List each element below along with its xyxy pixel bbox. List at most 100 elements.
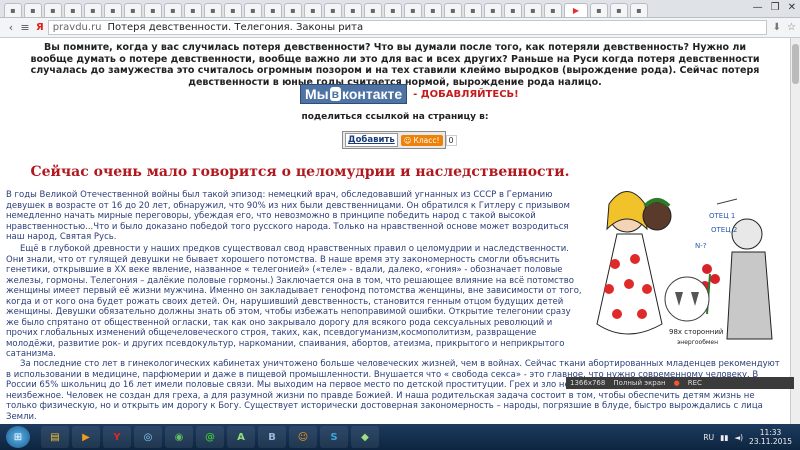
telegony-illustration: ОТЕЦ 1 ОТЕЦ 2 N-? 98х сторонний энергооб… bbox=[596, 191, 773, 346]
maximize-icon[interactable]: ❐ bbox=[771, 2, 780, 13]
browser-tab[interactable]: ▪ bbox=[524, 3, 542, 17]
download-icon[interactable]: ⬇ bbox=[773, 22, 781, 33]
url-field[interactable]: pravdu.ru Потеря девственности. Телегони… bbox=[47, 20, 767, 35]
recorder-resolution[interactable]: 1366x768 bbox=[570, 379, 605, 387]
page-title: Потеря девственности. Телегония. Законы … bbox=[107, 22, 364, 33]
app-a-icon[interactable]: A bbox=[227, 426, 255, 448]
browser-tab[interactable]: ▪ bbox=[144, 3, 162, 17]
share-widget: Добавить ☺ Класс! 0 bbox=[342, 131, 457, 149]
browser-tab[interactable]: ▪ bbox=[264, 3, 282, 17]
browser-tab[interactable]: ▪ bbox=[630, 3, 648, 17]
browser-tab[interactable]: ▪ bbox=[464, 3, 482, 17]
browser-tab[interactable]: ▪ bbox=[104, 3, 122, 17]
mail-agent-icon[interactable]: @ bbox=[196, 426, 224, 448]
close-icon[interactable]: ✕ bbox=[788, 2, 796, 13]
recorder-rec-label[interactable]: REC bbox=[688, 379, 702, 387]
menu-icon[interactable]: ≡ bbox=[18, 21, 32, 34]
caption-line-1: 98х сторонний bbox=[669, 328, 723, 336]
taskbar: ⊞ ▤ ▶ Y ◎ ◉ @ A B ☺ S ◆ RU ▮▮ ◄) 11:33 2… bbox=[0, 424, 800, 450]
browser-tab[interactable]: ▪ bbox=[124, 3, 142, 17]
url-host: pravdu.ru bbox=[52, 22, 102, 33]
screen-recorder-bar: 1366x768 Полный экран ● REC bbox=[566, 377, 794, 389]
ok-class-button[interactable]: ☺ Класс! bbox=[400, 134, 443, 146]
back-icon[interactable]: ‹ bbox=[4, 21, 18, 34]
share-label: поделиться ссылкой на страницу в: bbox=[301, 112, 489, 122]
browser-tab[interactable]: ▪ bbox=[204, 3, 222, 17]
browser-tab[interactable]: ▪ bbox=[364, 3, 382, 17]
intro-text: Вы помните, когда у вас случилась потеря… bbox=[30, 42, 760, 88]
browser-tab[interactable]: ▪ bbox=[484, 3, 502, 17]
browser-tab[interactable]: ▪ bbox=[384, 3, 402, 17]
browser-tab[interactable]: ▪ bbox=[424, 3, 442, 17]
browser-tab[interactable]: ▪ bbox=[324, 3, 342, 17]
browser-tab[interactable]: ▪ bbox=[590, 3, 608, 17]
media-player-icon[interactable]: ▶ bbox=[72, 426, 100, 448]
browser-tab[interactable]: ▪ bbox=[444, 3, 462, 17]
app-icon[interactable]: ◆ bbox=[351, 426, 379, 448]
clock-date: 23.11.2015 bbox=[749, 437, 792, 446]
ok-class-label: Класс! bbox=[413, 135, 440, 145]
skype-icon[interactable]: S bbox=[320, 426, 348, 448]
browser-tab[interactable]: ▪ bbox=[244, 3, 262, 17]
browser-tab[interactable]: ▪ bbox=[610, 3, 628, 17]
label-father-2: ОТЕЦ 2 bbox=[711, 226, 737, 234]
yandex-browser-icon[interactable]: Y bbox=[103, 426, 131, 448]
vk-logo-b: в bbox=[329, 87, 342, 101]
browser-tab[interactable]: ▪ bbox=[4, 3, 22, 17]
explorer-folder-icon[interactable]: ▤ bbox=[41, 426, 69, 448]
vk-logo-right: контакте bbox=[342, 86, 403, 102]
man-body bbox=[726, 251, 773, 340]
article-heading: Сейчас очень мало говорится о целомудрии… bbox=[30, 164, 570, 180]
article-paragraph: Ещё в глубокой древности у наших предков… bbox=[6, 244, 582, 359]
active-browser-tab[interactable]: ▶ bbox=[564, 3, 588, 17]
language-indicator[interactable]: RU bbox=[703, 433, 714, 442]
address-bar: ‹ ≡ Я pravdu.ru Потеря девственности. Те… bbox=[0, 18, 800, 38]
ok-icon: ☺ bbox=[403, 135, 412, 145]
article-paragraph: В годы Великой Отечественной войны был т… bbox=[6, 190, 570, 242]
vk-logo[interactable]: Мы в контакте bbox=[300, 84, 408, 104]
vk-logo-left: Мы bbox=[305, 86, 329, 102]
browser-tab[interactable]: ▪ bbox=[404, 3, 422, 17]
browser-tab[interactable]: ▪ bbox=[84, 3, 102, 17]
volume-icon[interactable]: ◄) bbox=[734, 433, 743, 442]
recorder-mode[interactable]: Полный экран bbox=[613, 379, 665, 387]
browser-tab[interactable]: ▪ bbox=[64, 3, 82, 17]
chrome-icon[interactable]: ◉ bbox=[165, 426, 193, 448]
vk-app-icon[interactable]: B bbox=[258, 426, 286, 448]
bookmark-star-icon[interactable]: ☆ bbox=[787, 22, 796, 33]
clock[interactable]: 11:33 23.11.2015 bbox=[749, 428, 792, 446]
caption-line-2: энергообмен bbox=[677, 339, 718, 346]
minimize-icon[interactable]: — bbox=[753, 2, 763, 13]
browser-tab[interactable]: ▪ bbox=[184, 3, 202, 17]
browser-tab[interactable]: ▪ bbox=[224, 3, 242, 17]
clock-time: 11:33 bbox=[759, 428, 782, 437]
browser-tab[interactable]: ▪ bbox=[24, 3, 42, 17]
vk-banner: Мы в контакте - ДОБАВЛЯЙТЕСЬ! bbox=[300, 84, 519, 104]
page-scrollbar[interactable] bbox=[790, 38, 800, 424]
system-tray: RU ▮▮ ◄) 11:33 23.11.2015 bbox=[703, 428, 800, 446]
ok-count: 0 bbox=[445, 134, 457, 146]
browser-tab[interactable]: ▪ bbox=[284, 3, 302, 17]
browser-tab[interactable]: ▪ bbox=[344, 3, 362, 17]
browser-tab[interactable]: ▪ bbox=[504, 3, 522, 17]
label-father-1: ОТЕЦ 1 bbox=[709, 212, 735, 220]
vk-join-link[interactable]: - ДОБАВЛЯЙТЕСЬ! bbox=[413, 89, 519, 100]
record-icon[interactable]: ● bbox=[674, 379, 680, 387]
share-add-button[interactable]: Добавить bbox=[345, 133, 398, 147]
label-question: N-? bbox=[695, 242, 707, 250]
app-icon[interactable]: ◎ bbox=[134, 426, 162, 448]
odnoklassniki-icon[interactable]: ☺ bbox=[289, 426, 317, 448]
browser-tab[interactable]: ▪ bbox=[304, 3, 322, 17]
browser-tab[interactable]: ▪ bbox=[44, 3, 62, 17]
scrollbar-thumb[interactable] bbox=[792, 44, 799, 84]
network-icon[interactable]: ▮▮ bbox=[720, 433, 728, 442]
man-face bbox=[731, 218, 763, 250]
article-paragraph: За последние сто лет в гинекологических … bbox=[6, 359, 780, 422]
browser-tab[interactable]: ▪ bbox=[164, 3, 182, 17]
emblem-circle bbox=[664, 276, 710, 322]
browser-tab-strip: ▪ ▪ ▪ ▪ ▪ ▪ ▪ ▪ ▪ ▪ ▪ ▪ ▪ ▪ ▪ ▪ ▪ ▪ ▪ ▪ … bbox=[0, 0, 800, 18]
browser-tab[interactable]: ▪ bbox=[544, 3, 562, 17]
start-button[interactable]: ⊞ bbox=[6, 426, 30, 448]
yandex-icon[interactable]: Я bbox=[36, 22, 44, 33]
page-content: Вы помните, когда у вас случилась потеря… bbox=[0, 38, 790, 424]
